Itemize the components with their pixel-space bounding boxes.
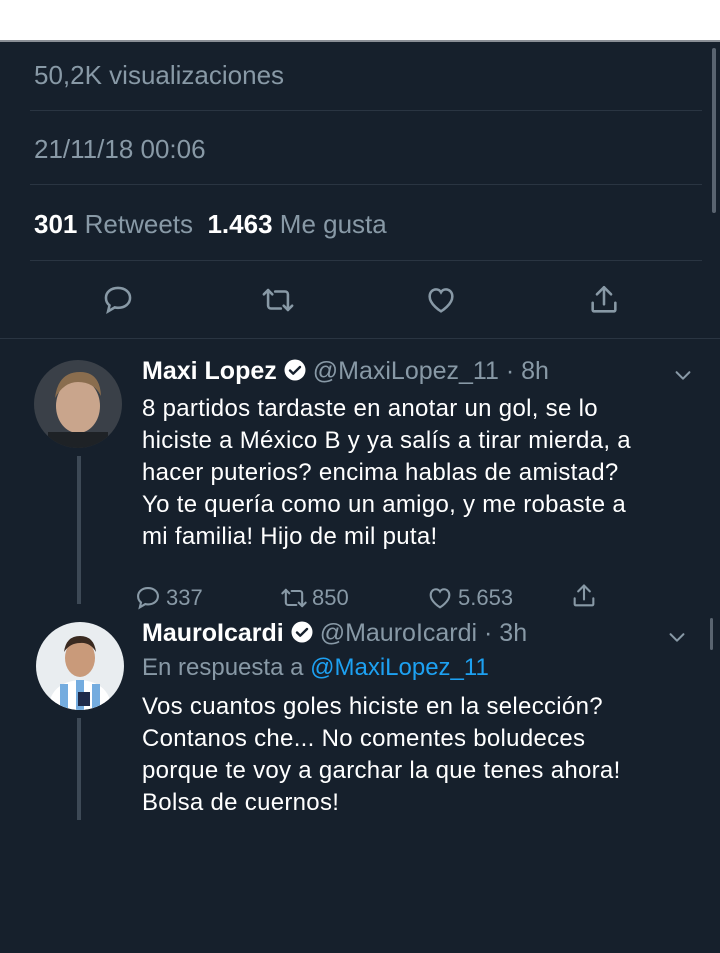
- tweet-line: Contanos che... No comentes boludeces: [142, 725, 586, 752]
- reply-icon: [104, 286, 132, 314]
- tweet-timestamp: 21/11/18 00:06: [34, 134, 206, 164]
- like-count: 5.653: [458, 585, 514, 610]
- author-name[interactable]: Maxi Lopez: [142, 357, 277, 385]
- tweet-line: Vos cuantos goles hiciste en la selecció…: [142, 693, 603, 720]
- retweets-label[interactable]: Retweets: [85, 209, 193, 239]
- share-icon: [591, 285, 617, 313]
- reply-to-link[interactable]: @MaxiLopez_11: [310, 654, 489, 681]
- verified-icon: [290, 620, 314, 651]
- like-icon: [428, 288, 454, 313]
- tweet-author[interactable]: MauroIcardi @MauroIcardi · 3h: [142, 619, 527, 651]
- reply-prefix: En respuesta a: [142, 654, 304, 681]
- retweet-icon: [262, 288, 294, 312]
- status-area: [0, 0, 720, 42]
- thread-line: [77, 456, 81, 604]
- retweet-icon: [281, 588, 307, 608]
- author-name[interactable]: MauroIcardi: [142, 619, 284, 647]
- tweet-share-button[interactable]: [570, 582, 602, 610]
- reply-button[interactable]: [98, 280, 138, 320]
- like-button[interactable]: [421, 280, 461, 320]
- author-handle[interactable]: @MauroIcardi · 3h: [320, 619, 527, 647]
- scrollbar-thumb[interactable]: [710, 618, 713, 650]
- avatar[interactable]: [36, 622, 124, 710]
- chevron-down-icon[interactable]: [666, 626, 688, 648]
- tweet-line: hiciste a México B y ya salís a tirar mi…: [142, 427, 631, 454]
- divider: [30, 110, 702, 111]
- thread-line: [77, 718, 81, 820]
- divider: [0, 338, 720, 339]
- verified-icon: [283, 358, 307, 389]
- retweet-button[interactable]: [258, 280, 298, 320]
- tweet-line: Yo te quería como un amigo, y me robaste…: [142, 491, 626, 518]
- tweet-line: Bolsa de cuernos!: [142, 789, 340, 816]
- tweet-text: Vos cuantos goles hiciste en la selecció…: [142, 691, 621, 819]
- reply-context: En respuesta a @MaxiLopez_11: [142, 654, 489, 682]
- tweet-line: 8 partidos tardaste en anotar un gol, se…: [142, 395, 598, 422]
- tweet-text: 8 partidos tardaste en anotar un gol, se…: [142, 393, 631, 553]
- share-button[interactable]: [584, 280, 624, 320]
- likes-label[interactable]: Me gusta: [280, 209, 387, 239]
- chevron-down-icon[interactable]: [672, 364, 694, 386]
- like-icon: [429, 588, 451, 609]
- reply-icon: [137, 587, 159, 610]
- retweet-count: 850: [312, 585, 349, 610]
- like-count[interactable]: 1.463: [207, 209, 272, 239]
- tweet-author[interactable]: Maxi Lopez @MaxiLopez_11 · 8h: [142, 357, 549, 389]
- engagement-stats: 301 Retweets 1.463 Me gusta: [34, 209, 387, 240]
- divider: [30, 184, 702, 185]
- author-handle[interactable]: @MaxiLopez_11 · 8h: [313, 357, 549, 385]
- tweet-like-button[interactable]: 5.653: [426, 584, 513, 612]
- divider: [30, 260, 702, 261]
- retweet-count[interactable]: 301: [34, 209, 77, 239]
- tweet-line: porque te voy a garchar la que tenes aho…: [142, 757, 621, 784]
- avatar[interactable]: [34, 360, 122, 448]
- tweet-line: hacer puterios? encima hablas de amistad…: [142, 459, 619, 486]
- tweet-reply-button[interactable]: 337: [134, 584, 203, 612]
- tweet-retweet-button[interactable]: 850: [280, 584, 349, 612]
- top-divider: [0, 40, 720, 42]
- scrollbar[interactable]: [712, 48, 716, 213]
- share-icon: [573, 584, 595, 607]
- view-count: 50,2K visualizaciones: [34, 60, 285, 90]
- tweet-line: mi familia! Hijo de mil puta!: [142, 523, 438, 550]
- reply-count: 337: [166, 585, 203, 610]
